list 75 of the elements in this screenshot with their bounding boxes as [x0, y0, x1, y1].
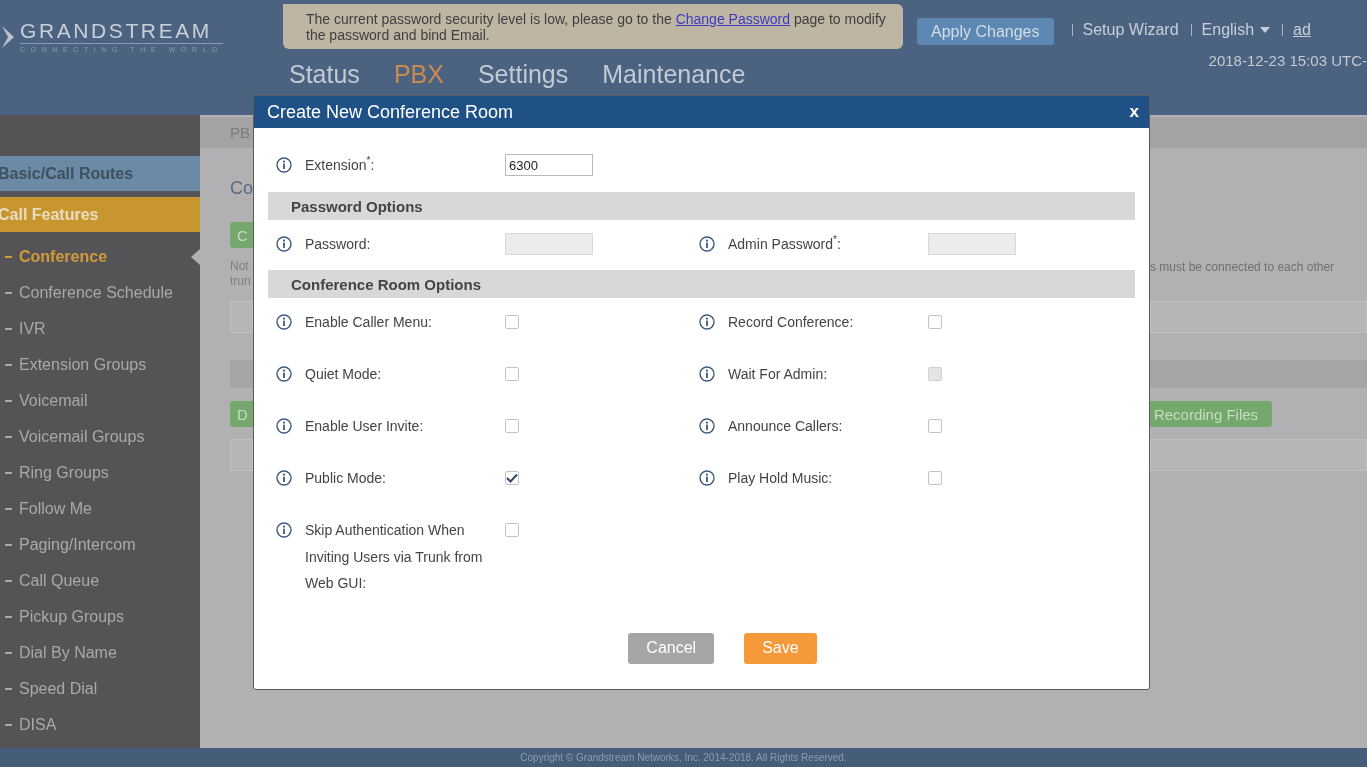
copyright: Copyright © Grandstream Networks, Inc. 2014-2018. All Rights Reserved. — [520, 752, 847, 763]
info-icon — [276, 522, 292, 538]
checkbox[interactable] — [505, 523, 519, 537]
field-label: Skip Authentication When Inviting Users via Trunk from Web GUI: — [305, 521, 484, 593]
checkbox[interactable] — [928, 471, 942, 485]
save-button[interactable]: Save — [744, 632, 817, 664]
field-label: Public Mode: — [305, 469, 387, 488]
info-icon — [276, 418, 292, 434]
checkbox[interactable] — [505, 367, 519, 381]
checkbox[interactable] — [505, 471, 519, 485]
dialog-title: Create New Conference Room — [267, 101, 514, 123]
sidebar-item[interactable]: Dial By Name — [0, 635, 200, 671]
sidebar-item[interactable]: Ring Groups — [0, 455, 200, 491]
info-icon — [276, 470, 292, 486]
apply-changes-button[interactable]: Apply Changes — [917, 18, 1054, 45]
checkbox[interactable] — [928, 419, 942, 433]
checkbox[interactable] — [505, 419, 519, 433]
header-link[interactable]: ad — [1293, 21, 1311, 39]
sidebar-item[interactable]: IVR — [0, 311, 200, 347]
page-heading: Co — [230, 178, 253, 200]
sidebar-item[interactable]: Call Queue — [0, 563, 200, 599]
field-label: Play Hold Music: — [728, 469, 834, 488]
nav-tab[interactable]: Settings — [460, 60, 586, 89]
section-header: Password Options — [268, 192, 1135, 220]
info-icon — [276, 236, 292, 252]
field-label: Wait For Admin: — [728, 365, 829, 384]
caret-icon — [1260, 27, 1271, 33]
info-icon — [699, 470, 715, 486]
field-label: Enable Caller Menu: — [305, 313, 433, 332]
logo-name: GRANDSTREAM — [20, 19, 223, 44]
sidebar-item[interactable]: DISA — [0, 707, 200, 743]
action-button[interactable]: C — [230, 222, 253, 248]
field-label: Announce Callers: — [728, 417, 844, 436]
field-label: Record Conference: — [728, 313, 855, 332]
checkbox[interactable] — [928, 315, 942, 329]
input-field — [230, 301, 253, 333]
language-dropdown[interactable]: English — [1201, 21, 1271, 39]
field-label: Extension$^{*}$: — [305, 154, 375, 175]
sidebar-item[interactable]: Extension Groups — [0, 347, 200, 383]
info-icon — [699, 314, 715, 330]
table-header — [230, 360, 253, 388]
nav-tab[interactable]: Maintenance — [585, 60, 763, 89]
sidebar-item[interactable]: Paging/Intercom — [0, 527, 200, 563]
extension-input[interactable]: 6300 — [505, 154, 593, 176]
logo-icon — [2, 24, 16, 50]
sidebar-item[interactable]: Follow Me — [0, 491, 200, 527]
sidebar-item[interactable]: Conference Schedule — [0, 275, 200, 311]
cancel-button[interactable]: Cancel — [628, 632, 715, 664]
change-password-link[interactable]: Change Password — [675, 11, 791, 27]
nav-tab[interactable]: PBX — [376, 60, 461, 89]
header-link[interactable]: Setup Wizard — [1082, 21, 1179, 39]
sidebar-item[interactable]: Conference — [0, 239, 200, 275]
input-field — [230, 439, 253, 471]
field-label: Quiet Mode: — [305, 365, 383, 384]
sidebar-item[interactable]: Speed Dial — [0, 671, 200, 707]
info-icon — [699, 366, 715, 382]
nav-tab[interactable]: Status — [272, 60, 377, 89]
sidebar-item[interactable]: Voicemail Groups — [0, 419, 200, 455]
action-button[interactable]: D — [230, 401, 253, 427]
sidebar-item[interactable]: Pickup Groups — [0, 599, 200, 635]
checkbox[interactable] — [505, 315, 519, 329]
note-text: s must be connected to each other — [1150, 260, 1336, 276]
field-label: Admin Password$^{*}$: — [728, 233, 841, 254]
section-header: Conference Room Options — [268, 270, 1135, 298]
sidebar-item[interactable]: Voicemail — [0, 383, 200, 419]
info-icon — [699, 418, 715, 434]
field-label: Password: — [305, 235, 371, 254]
password-notice: The current password security level is low, please go to the Change Password page to modify the password and bind Email. — [283, 4, 903, 49]
info-icon — [276, 157, 292, 173]
close-button[interactable]: x — [1129, 102, 1139, 122]
date-time: 2018-12-23 15:03 UTC- — [1208, 52, 1367, 69]
info-icon — [276, 366, 292, 382]
field-label: Enable User Invite: — [305, 417, 425, 436]
info-icon — [276, 314, 292, 330]
info-icon — [699, 236, 715, 252]
